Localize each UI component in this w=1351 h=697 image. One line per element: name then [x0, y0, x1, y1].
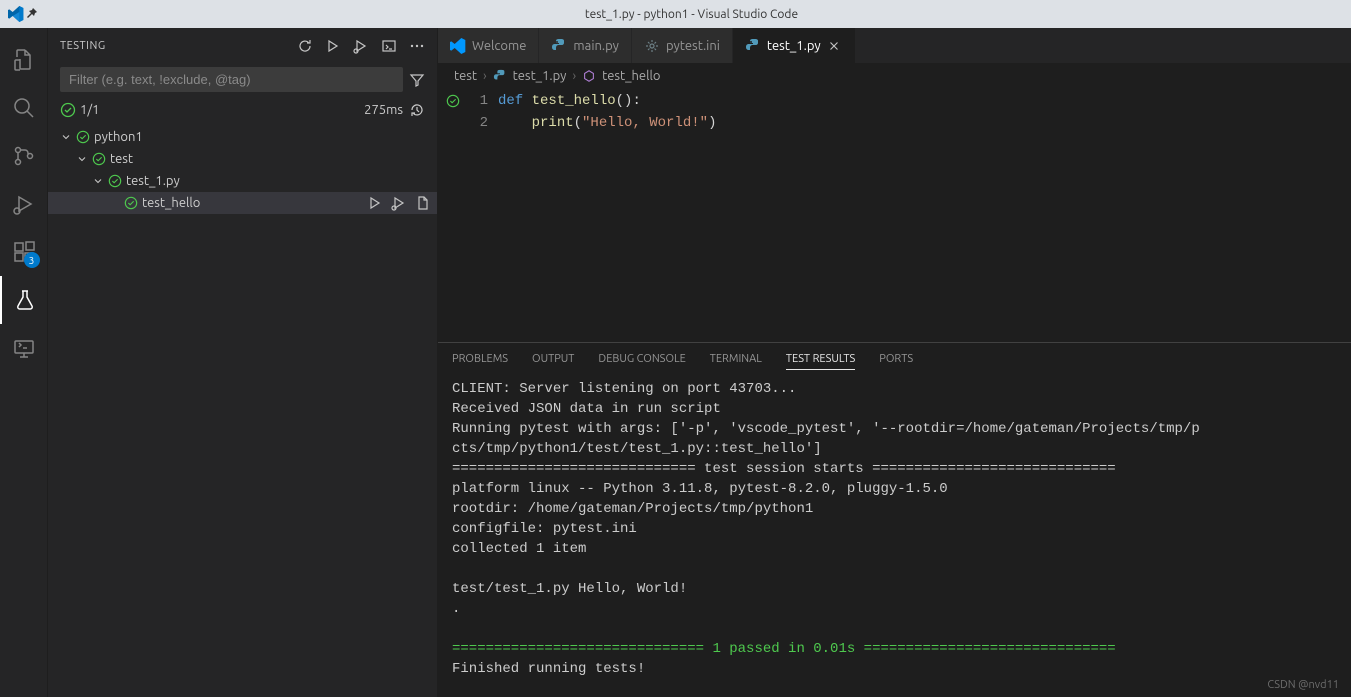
window-title: test_1.py - python1 - Visual Studio Code — [40, 8, 1343, 21]
vscode-icon — [8, 6, 24, 22]
test-pass-gutter-icon[interactable] — [446, 90, 460, 112]
goto-file-icon[interactable] — [415, 195, 431, 211]
explorer-icon[interactable] — [0, 36, 48, 84]
tree-label: test_1.py — [124, 174, 431, 188]
tab-label: test_1.py — [767, 39, 821, 53]
tree-root[interactable]: python1 — [48, 126, 437, 148]
tree-label: python1 — [92, 130, 431, 144]
tab-label: Welcome — [472, 39, 526, 53]
python-icon — [745, 38, 761, 54]
refresh-icon[interactable] — [297, 38, 313, 54]
panel-tab-problems[interactable]: PROBLEMS — [452, 349, 508, 369]
panel-tab-terminal[interactable]: TERMINAL — [710, 349, 762, 369]
source-control-icon[interactable] — [0, 132, 48, 180]
panel-tab-debug[interactable]: DEBUG CONSOLE — [598, 349, 685, 369]
panel-tab-ports[interactable]: PORTS — [879, 349, 913, 369]
test-tree: python1 test test_1.py test_hello — [48, 124, 437, 216]
chevron-down-icon — [90, 175, 106, 187]
history-icon[interactable] — [409, 102, 425, 118]
sidebar-title: TESTING — [60, 40, 297, 52]
editor-area: Welcome main.py pytest.ini test_1.py tes… — [438, 28, 1351, 697]
activity-bar: 3 — [0, 28, 48, 697]
run-all-icon[interactable] — [325, 38, 341, 54]
extensions-icon[interactable]: 3 — [0, 228, 48, 276]
settings-file-icon — [644, 38, 660, 54]
line-numbers: 1 2 — [468, 88, 498, 342]
pin-icon[interactable] — [24, 6, 40, 22]
run-icon[interactable] — [367, 195, 383, 211]
chevron-right-icon: › — [483, 69, 487, 83]
symbol-icon — [582, 69, 596, 83]
code[interactable]: def test_hello(): print("Hello, World!") — [498, 88, 1351, 342]
tree-folder[interactable]: test — [48, 148, 437, 170]
pass-icon — [74, 130, 92, 144]
pass-icon — [90, 152, 108, 166]
watermark: CSDN @nvd11 — [1267, 679, 1339, 691]
test-results-output[interactable]: CLIENT: Server listening on port 43703..… — [438, 375, 1351, 697]
test-duration: 275ms — [364, 103, 403, 117]
filter-input[interactable] — [60, 67, 403, 92]
tab-main-py[interactable]: main.py — [539, 28, 632, 63]
editor-tabs: Welcome main.py pytest.ini test_1.py — [438, 28, 1351, 64]
editor[interactable]: 1 2 def test_hello(): print("Hello, Worl… — [438, 88, 1351, 342]
breadcrumb[interactable]: test › test_1.py › test_hello — [438, 64, 1351, 88]
debug-icon[interactable] — [0, 180, 48, 228]
breadcrumb-item[interactable]: test — [454, 69, 477, 83]
tab-welcome[interactable]: Welcome — [438, 28, 539, 63]
titlebar: test_1.py - python1 - Visual Studio Code — [0, 0, 1351, 28]
search-icon[interactable] — [0, 84, 48, 132]
testing-icon[interactable] — [0, 276, 48, 324]
testing-sidebar: TESTING 1/1 275ms — [48, 28, 438, 697]
debug-icon[interactable] — [391, 195, 407, 211]
extensions-badge: 3 — [24, 252, 40, 268]
tree-file[interactable]: test_1.py — [48, 170, 437, 192]
filter-icon[interactable] — [409, 72, 425, 88]
remote-icon[interactable] — [0, 324, 48, 372]
test-count: 1/1 — [80, 103, 99, 117]
chevron-right-icon: › — [572, 69, 576, 83]
python-icon — [493, 69, 507, 83]
show-output-icon[interactable] — [381, 38, 397, 54]
pass-icon — [60, 102, 76, 118]
pass-icon — [106, 174, 124, 188]
pass-icon — [122, 196, 140, 210]
more-icon[interactable] — [409, 38, 425, 54]
panel-tab-results[interactable]: TEST RESULTS — [786, 349, 855, 370]
tab-label: main.py — [573, 39, 619, 53]
tab-pytest-ini[interactable]: pytest.ini — [632, 28, 733, 63]
close-icon[interactable] — [827, 39, 843, 53]
panel-tab-output[interactable]: OUTPUT — [532, 349, 574, 369]
breadcrumb-item[interactable]: test_1.py — [513, 69, 567, 83]
tree-test[interactable]: test_hello — [48, 192, 437, 214]
bottom-panel: PROBLEMS OUTPUT DEBUG CONSOLE TERMINAL T… — [438, 342, 1351, 697]
breadcrumb-item[interactable]: test_hello — [602, 69, 660, 83]
tree-label: test — [108, 152, 431, 166]
debug-all-icon[interactable] — [353, 38, 369, 54]
tab-label: pytest.ini — [666, 39, 720, 53]
chevron-down-icon — [58, 131, 74, 143]
tab-test-1-py[interactable]: test_1.py — [733, 28, 856, 63]
chevron-down-icon — [74, 153, 90, 165]
vscode-icon — [450, 38, 466, 54]
tree-label: test_hello — [140, 196, 367, 210]
python-icon — [551, 38, 567, 54]
